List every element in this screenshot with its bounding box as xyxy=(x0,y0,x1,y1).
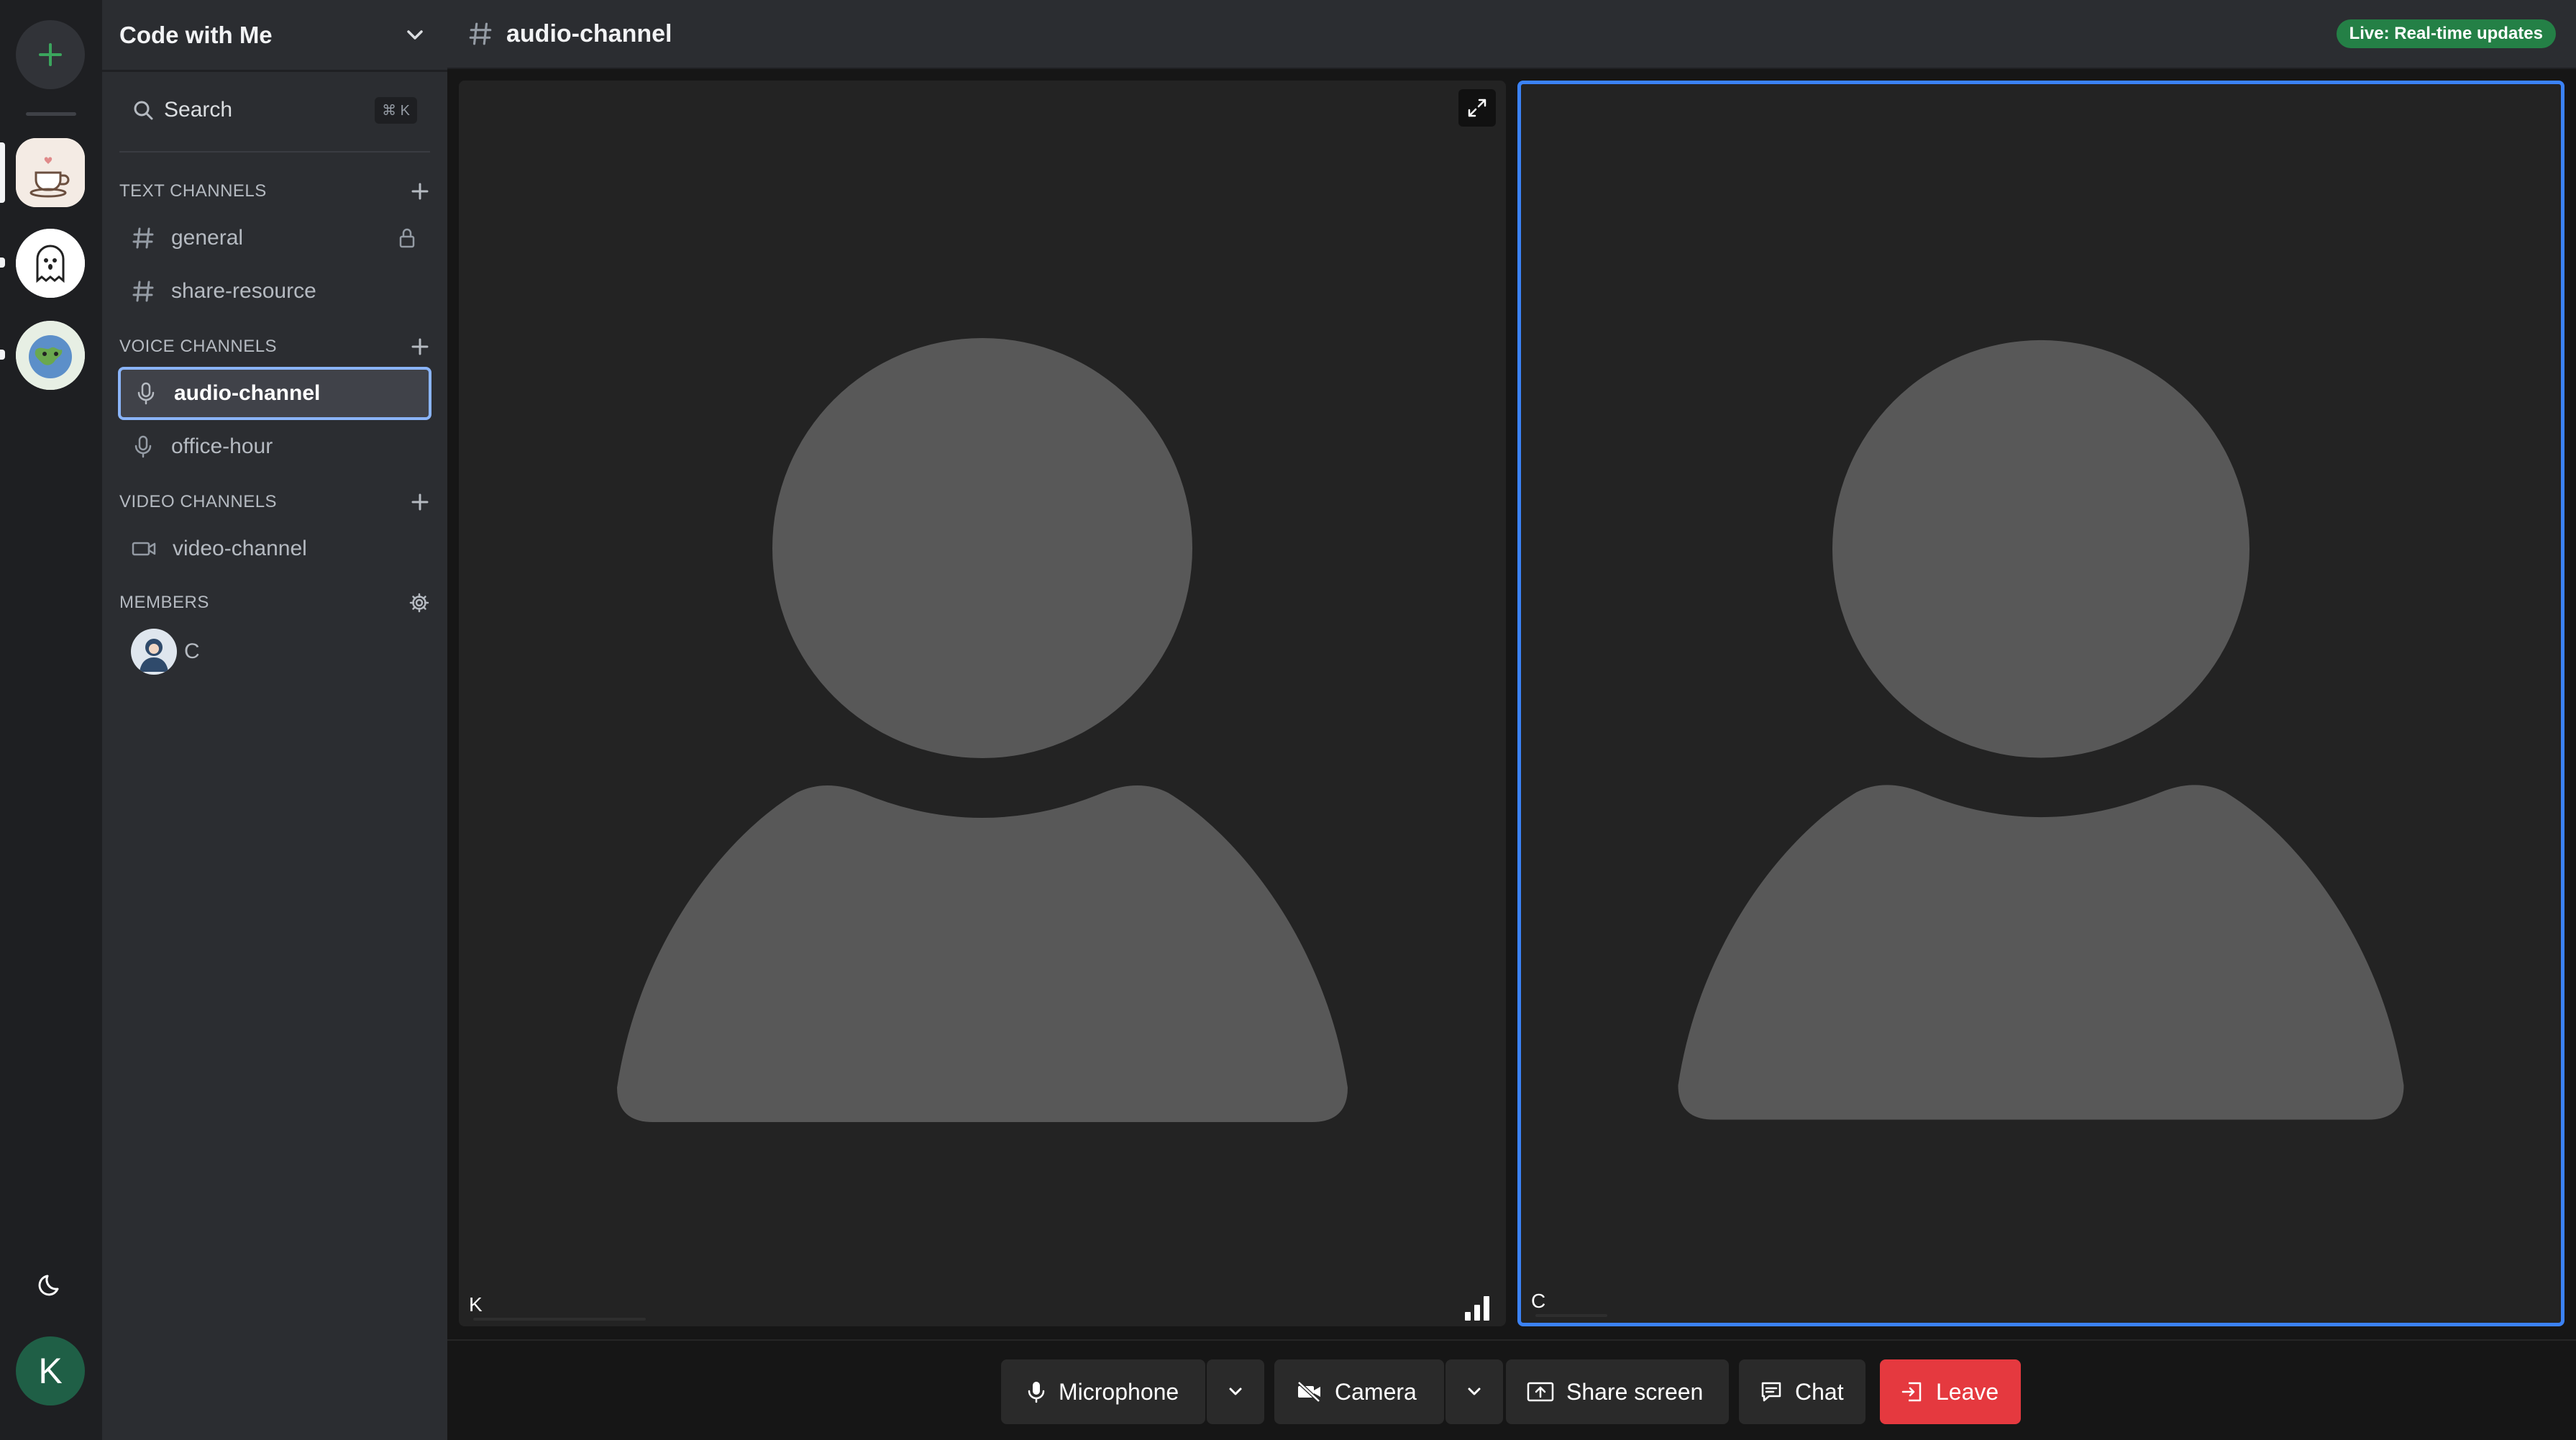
channel-label: audio-channel xyxy=(174,381,321,405)
signal-icon xyxy=(1458,1285,1496,1321)
moon-icon xyxy=(38,1275,59,1296)
camera-button[interactable]: Camera xyxy=(1274,1359,1444,1424)
chevron-down-icon xyxy=(407,29,423,40)
share-screen-label: Share screen xyxy=(1566,1378,1704,1405)
leave-label: Leave xyxy=(1936,1378,1999,1405)
participant-tile[interactable]: K xyxy=(459,81,1506,1326)
page-title: audio-channel xyxy=(506,19,672,47)
theme-toggle-button[interactable] xyxy=(26,1260,75,1309)
call-control-bar: Microphone Camera Share screen Chat Leav… xyxy=(447,1339,2576,1440)
globe-icon xyxy=(16,321,85,390)
microphone-label: Microphone xyxy=(1059,1378,1179,1405)
search-label: Search xyxy=(164,98,233,122)
rail-divider xyxy=(26,112,76,116)
audio-level-bar xyxy=(473,1318,646,1321)
server-globe[interactable] xyxy=(16,321,85,390)
microphone-button[interactable]: Microphone xyxy=(1001,1359,1205,1424)
server-header[interactable]: Code with Me xyxy=(102,0,447,72)
audio-level-bar xyxy=(1535,1314,1607,1317)
plus-icon xyxy=(39,43,62,66)
expand-icon xyxy=(1468,99,1486,117)
channel-label: general xyxy=(171,226,244,250)
channel-item-share-resource[interactable]: share-resource xyxy=(118,265,431,318)
participant-name: K xyxy=(469,1293,483,1316)
server-coffee[interactable] xyxy=(16,138,85,207)
text-channels-header: TEXT CHANNELS xyxy=(102,171,447,211)
server-unread-indicator xyxy=(0,258,5,268)
participant-tile-speaking[interactable]: C xyxy=(1517,81,2564,1326)
mic-icon xyxy=(134,435,152,458)
camera-off-icon xyxy=(1297,1381,1320,1403)
add-server-button[interactable] xyxy=(16,20,85,89)
section-title: VOICE CHANNELS xyxy=(119,337,278,356)
expand-tile-button[interactable] xyxy=(1458,89,1496,127)
search-icon xyxy=(134,101,153,120)
channel-item-general[interactable]: general xyxy=(118,211,431,265)
app-window: K Code with Me Search ⌘ K TEXT CHANNELS … xyxy=(0,0,2576,1440)
chat-label: Chat xyxy=(1795,1378,1844,1405)
share-screen-icon xyxy=(1527,1382,1554,1402)
participant-placeholder-icon xyxy=(617,338,1348,1122)
mic-icon xyxy=(1028,1382,1045,1403)
participant-placeholder-icon xyxy=(1678,340,2404,1120)
plus-icon[interactable] xyxy=(410,337,430,357)
channel-label: video-channel xyxy=(173,537,307,560)
hash-icon xyxy=(132,227,154,249)
channel-topbar: audio-channel Live: Real-time updates xyxy=(447,0,2576,69)
camera-label: Camera xyxy=(1335,1378,1417,1405)
member-name: C xyxy=(184,639,200,663)
ghost-icon xyxy=(16,229,85,298)
server-ghost[interactable] xyxy=(16,229,85,298)
channel-item-video-channel[interactable]: video-channel xyxy=(118,522,431,575)
plus-icon[interactable] xyxy=(410,181,430,201)
server-unread-indicator xyxy=(0,350,5,360)
user-avatar[interactable]: K xyxy=(16,1336,85,1405)
member-item[interactable]: C xyxy=(118,623,431,680)
section-title: TEXT CHANNELS xyxy=(119,181,267,201)
search-shortcut: ⌘ K xyxy=(375,96,417,124)
user-initial: K xyxy=(38,1351,63,1391)
section-title: MEMBERS xyxy=(119,593,209,612)
gear-icon[interactable] xyxy=(408,592,430,614)
hash-icon xyxy=(132,281,154,302)
channel-label: share-resource xyxy=(171,279,316,303)
participant-name: C xyxy=(1531,1290,1546,1312)
chevron-down-icon xyxy=(1468,1387,1481,1395)
leave-button[interactable]: Leave xyxy=(1880,1359,2021,1424)
mic-icon xyxy=(137,382,155,405)
chevron-down-icon xyxy=(1229,1387,1242,1395)
video-icon xyxy=(132,542,156,556)
members-header: MEMBERS xyxy=(102,583,447,623)
camera-options-button[interactable] xyxy=(1445,1359,1503,1424)
leave-icon xyxy=(1901,1382,1922,1402)
server-name: Code with Me xyxy=(119,21,273,48)
lock-icon xyxy=(399,228,415,248)
coffee-cup-icon xyxy=(16,138,85,207)
member-avatar xyxy=(131,629,177,675)
share-screen-button[interactable]: Share screen xyxy=(1506,1359,1729,1424)
channel-label: office-hour xyxy=(171,434,273,458)
channel-sidebar: Code with Me Search ⌘ K TEXT CHANNELS ge… xyxy=(102,0,447,1440)
plus-icon[interactable] xyxy=(410,492,430,512)
microphone-options-button[interactable] xyxy=(1207,1359,1264,1424)
chat-icon xyxy=(1761,1382,1781,1402)
channel-item-audio-channel[interactable]: audio-channel xyxy=(118,367,431,420)
hash-icon xyxy=(469,22,492,45)
live-status-badge: Live: Real-time updates xyxy=(2336,19,2556,48)
chat-button[interactable]: Chat xyxy=(1739,1359,1865,1424)
voice-channels-header: VOICE CHANNELS xyxy=(102,327,447,367)
main-area: audio-channel Live: Real-time updates K … xyxy=(447,0,2576,1440)
server-rail: K xyxy=(0,0,102,1440)
channel-item-office-hour[interactable]: office-hour xyxy=(118,420,431,473)
section-title: VIDEO CHANNELS xyxy=(119,492,278,511)
search-button[interactable]: Search ⌘ K xyxy=(119,86,430,134)
video-channels-header: VIDEO CHANNELS xyxy=(102,482,447,522)
active-server-indicator xyxy=(0,142,5,203)
